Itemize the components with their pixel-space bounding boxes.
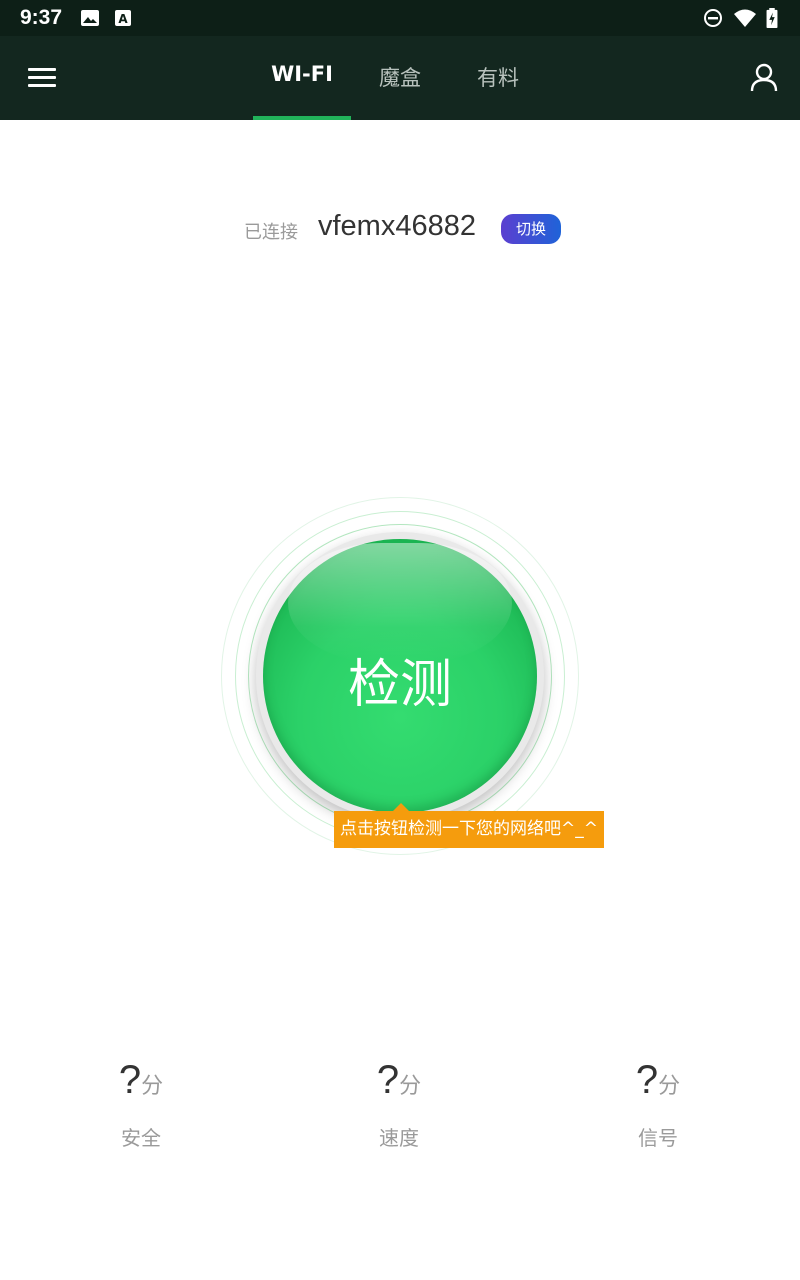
menu-button[interactable] — [22, 58, 62, 98]
menu-icon — [28, 68, 56, 71]
score-label-signal: 信号 — [638, 1126, 678, 1150]
score-unit: 分 — [399, 1074, 422, 1099]
tab-youliao[interactable]: 有料 — [466, 62, 530, 96]
tab-wifi[interactable]: WI-FI — [262, 62, 342, 96]
score-unit: 分 — [141, 1074, 164, 1099]
menu-icon-line — [28, 84, 56, 87]
svg-text:A: A — [118, 12, 128, 26]
menu-icon-line — [28, 76, 56, 79]
tab-mohe[interactable]: 魔盒 — [368, 62, 432, 96]
status-time: 9:37 — [20, 6, 63, 29]
do-not-disturb-icon — [704, 9, 722, 27]
switch-network-button[interactable]: 切换 — [501, 214, 561, 244]
score-label-speed: 速度 — [379, 1126, 419, 1150]
detect-button-label[interactable]: 检测 — [263, 642, 537, 717]
score-speed: ?分 — [339, 1058, 459, 1103]
user-profile-icon[interactable] — [744, 58, 784, 98]
score-label-security: 安全 — [121, 1126, 161, 1150]
score-value: ? — [376, 1058, 400, 1102]
wifi-ssid: vfemx46882 — [318, 210, 476, 242]
active-tab-indicator — [253, 116, 351, 120]
score-security: ?分 — [81, 1058, 201, 1103]
app-bar: WI-FI 魔盒 有料 — [0, 36, 800, 120]
wifi-icon — [734, 9, 756, 27]
connection-status-label: 已连接 — [244, 222, 298, 243]
score-value: ? — [635, 1058, 659, 1102]
status-bar: 9:37 A — [0, 0, 800, 36]
score-unit: 分 — [658, 1074, 681, 1099]
score-signal: ?分 — [598, 1058, 718, 1103]
score-value: ? — [118, 1058, 142, 1102]
detect-tooltip: 点击按钮检测一下您的网络吧^_^ — [334, 811, 604, 848]
battery-charging-icon — [766, 8, 778, 28]
keyboard-a-icon: A — [115, 10, 131, 26]
image-icon — [81, 10, 99, 26]
tooltip-arrow — [393, 803, 409, 811]
